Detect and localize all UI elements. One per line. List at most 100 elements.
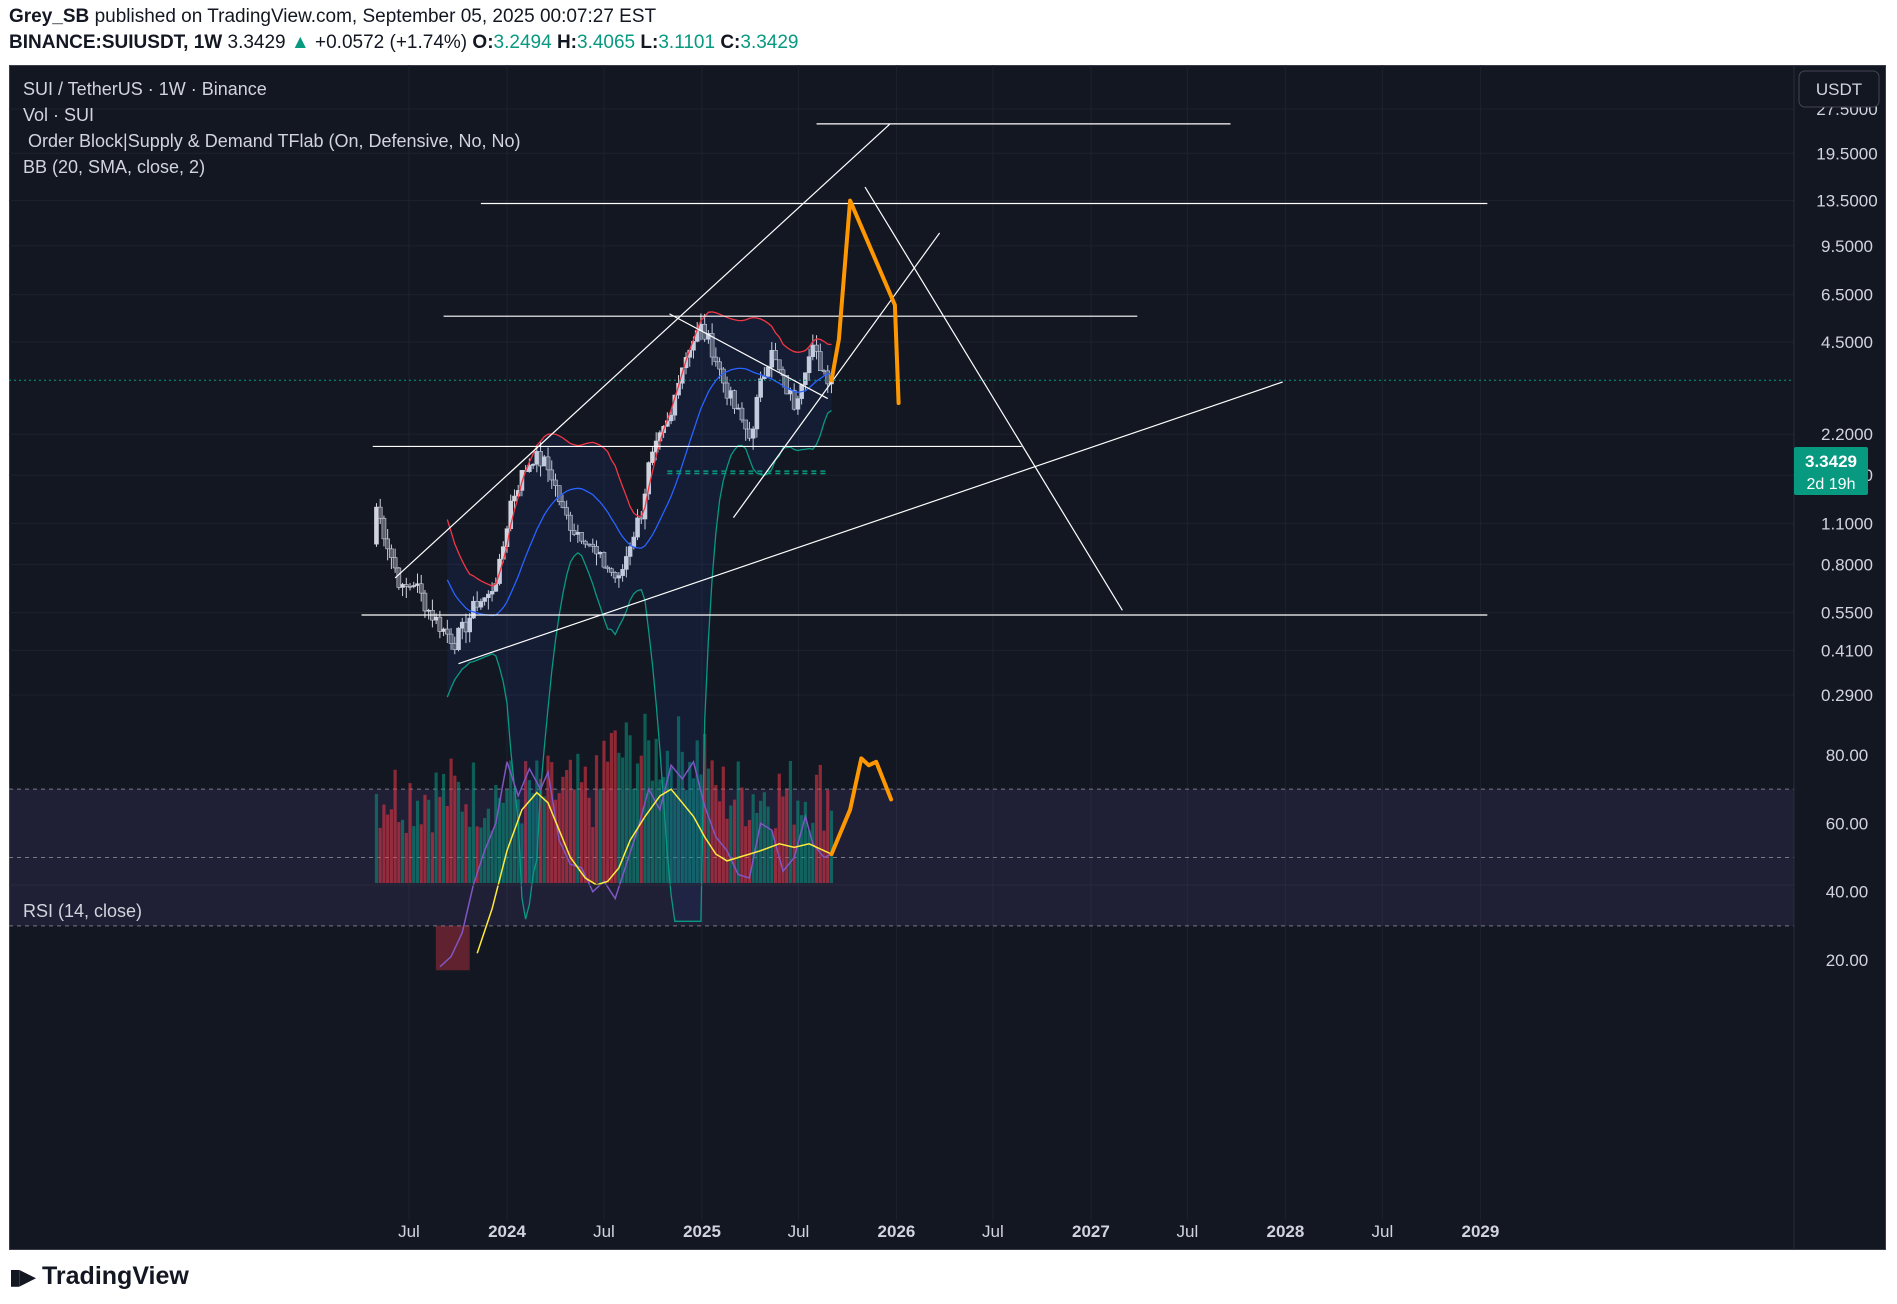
volume-bar	[613, 730, 617, 883]
volume-bar	[591, 826, 595, 883]
volume-bar	[762, 792, 766, 883]
candle-body	[392, 557, 398, 569]
footer-brand: ▮▶ TradingView	[9, 1262, 189, 1291]
volume-bar	[814, 774, 819, 883]
price-tick-label: 2.2000	[1821, 425, 1873, 444]
tradingview-logo-icon: ▮▶	[9, 1263, 36, 1289]
brand-name: TradingView	[42, 1262, 189, 1290]
symbol-header: BINANCE:SUIUSDT, 1W 3.3429 ▲ +0.0572 (+1…	[9, 32, 799, 54]
volume-bar	[460, 811, 464, 883]
time-tick-label: 2027	[1072, 1222, 1110, 1241]
legend-order-block[interactable]: Order Block|Supply & Demand TFlab (On, D…	[23, 131, 521, 151]
volume-bar	[542, 796, 546, 883]
volume-bar	[576, 753, 580, 883]
last-price-label: 3.3429 2d 19h	[1794, 447, 1868, 495]
trend-line[interactable]	[864, 186, 1123, 611]
volume-bar	[773, 828, 778, 883]
volume-bar	[393, 769, 397, 883]
volume-bar	[606, 761, 610, 883]
volume-bar	[654, 738, 658, 883]
last-price-value: 3.3429	[1805, 452, 1857, 471]
price-change: +0.0572 (+1.74%)	[315, 32, 468, 53]
volume-bar	[751, 794, 755, 883]
volume-bar	[826, 790, 830, 883]
volume-bar	[427, 799, 431, 883]
price-tick-label: 4.5000	[1821, 333, 1873, 352]
volume-bar	[468, 826, 472, 883]
volume-bar	[621, 757, 625, 883]
price-projection-brush[interactable]	[829, 198, 901, 406]
time-tick-label: Jul	[788, 1222, 810, 1241]
volume-bar	[505, 789, 509, 883]
volume-bar	[438, 796, 442, 883]
rsi-tick-label: 40.00	[1826, 883, 1869, 902]
time-tick-label: Jul	[1177, 1222, 1199, 1241]
candle-body	[433, 616, 439, 621]
chart-canvas[interactable]: 27.500019.500013.50009.50006.50004.50002…	[9, 65, 1886, 1250]
time-tick-label: Jul	[398, 1222, 420, 1241]
rsi-tick-label: 80.00	[1826, 746, 1869, 765]
legend-bollinger[interactable]: BB (20, SMA, close, 2)	[23, 157, 205, 177]
legend-volume[interactable]: Vol · SUI	[23, 105, 94, 125]
candle-body	[374, 506, 379, 545]
open-label: O:	[472, 32, 494, 53]
candle-body	[389, 548, 394, 558]
open-value: 3.2494	[493, 32, 552, 53]
volume-bar	[609, 732, 614, 883]
candle-body	[426, 610, 431, 612]
legend-title[interactable]: SUI / TetherUS · 1W · Binance	[23, 79, 267, 99]
volume-bar	[811, 822, 815, 883]
candle-body	[411, 585, 417, 587]
candle-body	[512, 495, 517, 502]
candle-body	[407, 586, 413, 588]
volume-bar	[415, 800, 420, 883]
time-tick-label: 2029	[1461, 1222, 1499, 1241]
volume-bar	[471, 762, 476, 883]
low-value: 3.1101	[658, 32, 716, 53]
volume-bar	[572, 789, 576, 883]
candle-body	[415, 583, 420, 586]
rsi-tick-label: 60.00	[1826, 814, 1869, 833]
volume-bar	[464, 804, 468, 883]
price-tick-label: 19.5000	[1816, 144, 1877, 163]
time-tick-label: 2026	[878, 1222, 916, 1241]
price-tick-label: 0.8000	[1821, 555, 1873, 574]
publish-header: Grey_SB published on TradingView.com, Se…	[9, 6, 656, 28]
volume-bar	[412, 826, 416, 883]
volume-bar	[818, 764, 822, 883]
volume-bar	[583, 766, 587, 883]
volume-bar	[494, 784, 498, 883]
volume-bar	[490, 830, 494, 883]
symbol-name: BINANCE:SUIUSDT, 1W	[9, 32, 223, 53]
volume-bar	[400, 819, 405, 883]
volume-bar	[766, 806, 770, 883]
volume-bar	[598, 788, 602, 883]
volume-bar	[423, 794, 427, 883]
time-tick-label: 2025	[683, 1222, 721, 1241]
volume-bar	[740, 787, 744, 883]
candle-body	[377, 506, 383, 519]
candle-body	[404, 584, 409, 587]
up-triangle-icon: ▲	[290, 32, 310, 53]
candle-body	[396, 567, 402, 588]
rsi-oversold-fill	[435, 925, 470, 971]
rsi-tick-label: 20.00	[1826, 951, 1869, 970]
time-tick-label: Jul	[982, 1222, 1004, 1241]
legend-rsi[interactable]: RSI (14, close)	[23, 901, 142, 921]
volume-bar	[550, 762, 554, 883]
volume-bar	[628, 735, 632, 883]
volume-bar	[374, 793, 379, 883]
volume-bar	[706, 768, 710, 883]
currency-button[interactable]: USDT	[1798, 70, 1880, 108]
volume-bar	[770, 830, 774, 883]
volume-bar	[386, 814, 390, 883]
author-name[interactable]: Grey_SB	[9, 6, 89, 27]
volume-bar	[594, 755, 599, 883]
time-tick-label: Jul	[593, 1222, 615, 1241]
volume-bar	[382, 804, 386, 883]
candle-body	[650, 451, 655, 463]
volume-bar	[587, 797, 591, 883]
bar-countdown: 2d 19h	[1807, 476, 1856, 493]
volume-bar	[453, 775, 457, 883]
close-value: 3.3429	[740, 32, 799, 53]
